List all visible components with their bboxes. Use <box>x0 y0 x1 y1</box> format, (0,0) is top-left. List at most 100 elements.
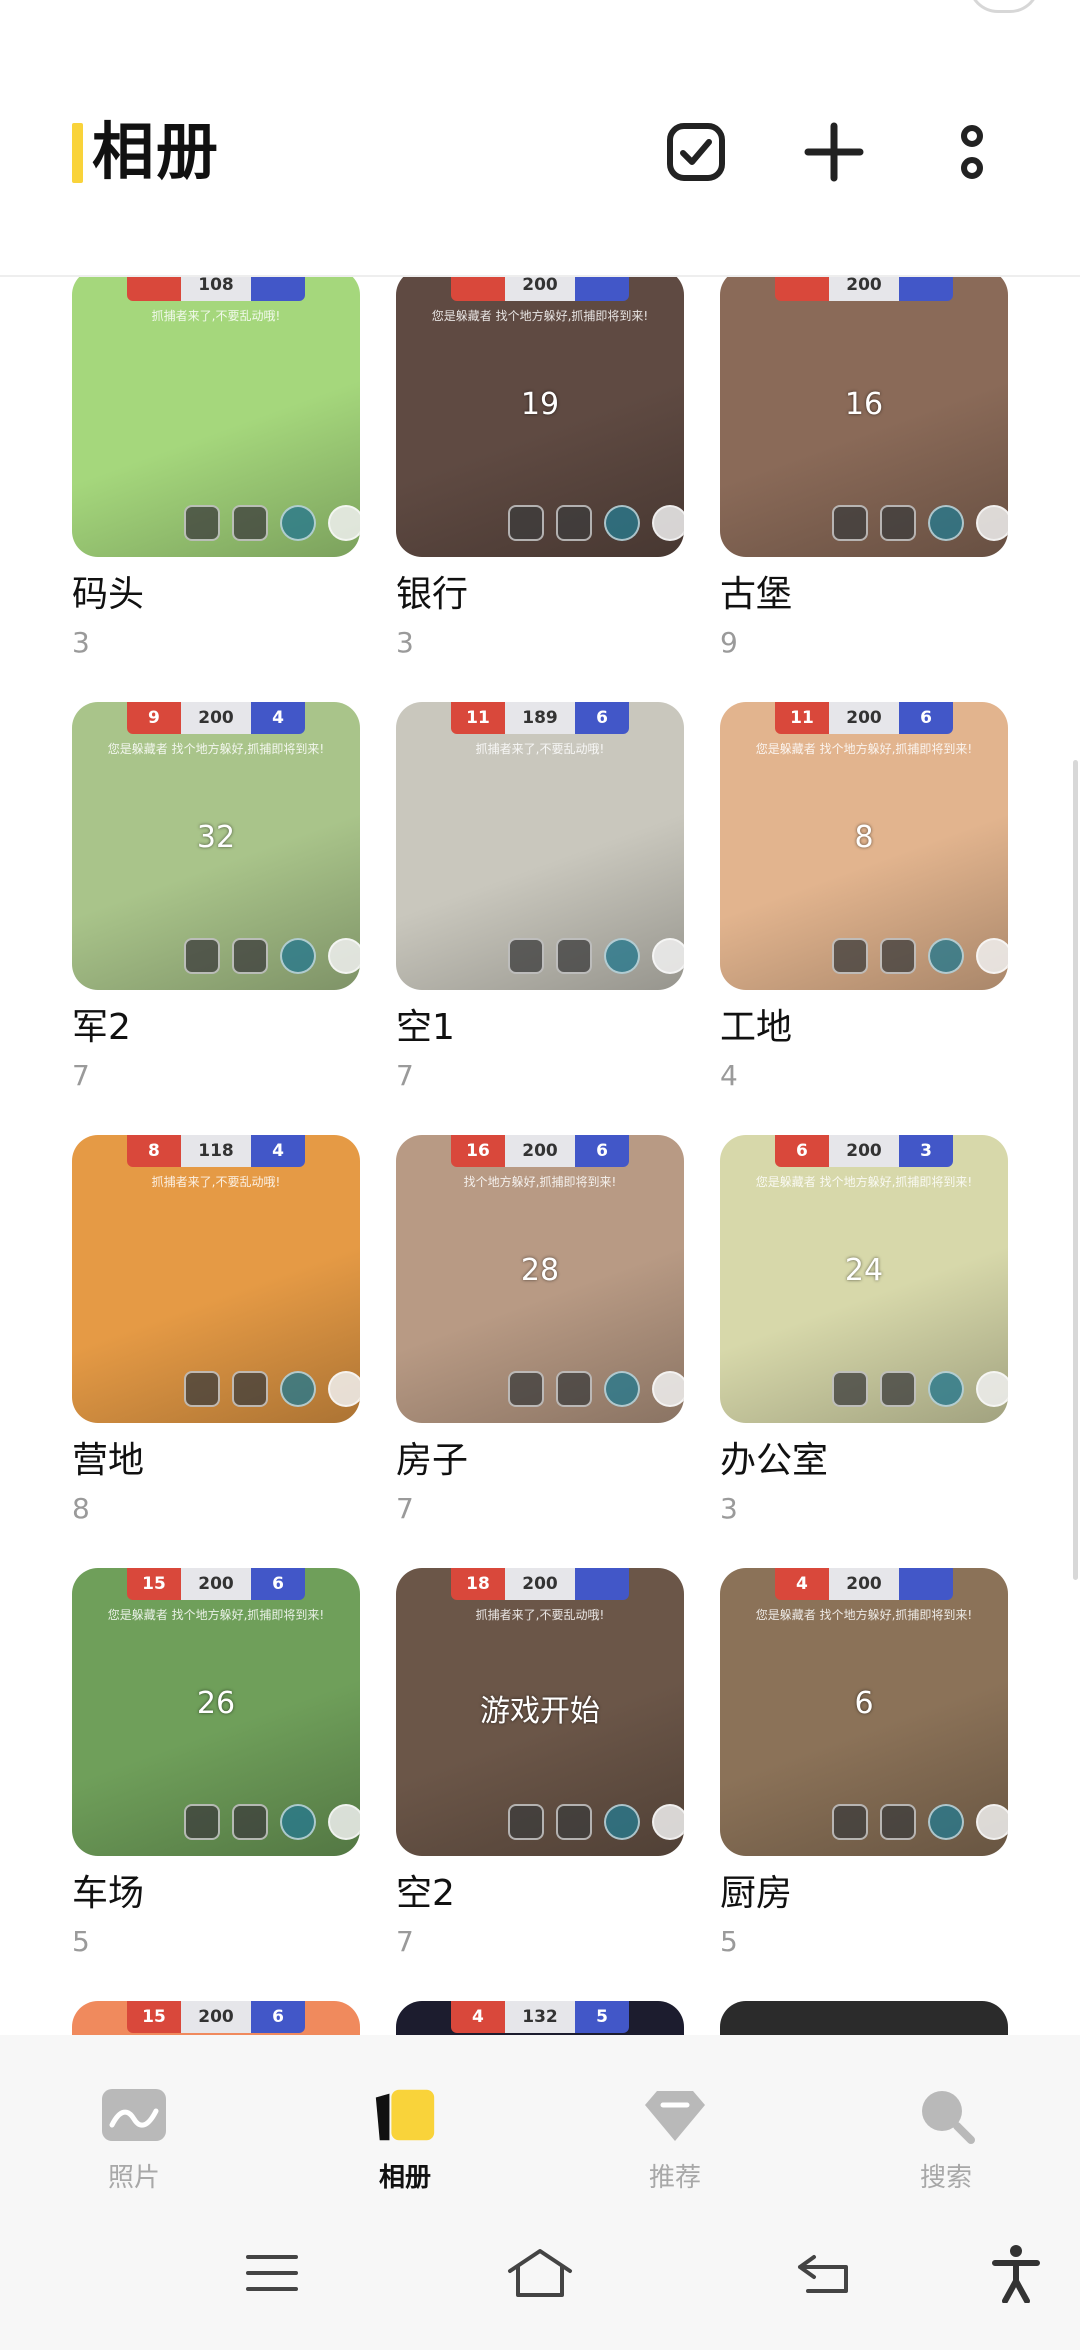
game-control-icon <box>232 505 268 541</box>
album-photo-count: 5 <box>72 1925 90 1958</box>
game-control-icon <box>184 1371 220 1407</box>
game-control-icon <box>976 1371 1008 1407</box>
hud-value: 4 <box>775 1568 829 1600</box>
game-hud-score: 15 200 6 <box>127 1568 305 1600</box>
album-cover-thumbnail[interactable]: 8 118 4 抓捕者来了,不要乱动哦! <box>72 1135 360 1423</box>
hud-value: 6 <box>899 702 953 734</box>
add-album-button[interactable] <box>794 112 874 192</box>
game-control-icon <box>280 505 316 541</box>
game-hud-score: 18 200 <box>451 1568 629 1600</box>
album-name: 空1 <box>396 1007 455 1048</box>
album-photo-count: 4 <box>720 1059 738 1092</box>
album-cover-thumbnail[interactable]: 15 200 6 <box>72 2001 360 2035</box>
game-hud-score: 16 200 6 <box>451 1135 629 1167</box>
hud-value: 200 <box>180 2001 252 2033</box>
album-cover-thumbnail[interactable]: 6 200 3 您是躲藏者 找个地方躲好,抓捕即将到来! 24 <box>720 1135 1008 1423</box>
game-control-icon <box>280 1371 316 1407</box>
game-control-icon <box>652 1804 684 1840</box>
hud-value: 16 <box>451 1135 505 1167</box>
back-icon <box>798 2255 848 2293</box>
album-cover-thumbnail[interactable]: 4 200 您是躲藏者 找个地方躲好,抓捕即将到来! 6 <box>720 1568 1008 1856</box>
tab-search[interactable]: 搜索 <box>846 2035 1046 2200</box>
hud-value: 6 <box>775 1135 829 1167</box>
recent-apps-button[interactable] <box>232 2238 312 2308</box>
hud-value: 108 <box>180 277 252 301</box>
game-countdown-text: 26 <box>196 1686 236 1721</box>
hud-value: 118 <box>180 1135 252 1167</box>
more-options-button[interactable] <box>932 112 1012 192</box>
hud-value: 189 <box>504 702 576 734</box>
game-hud-score: 4 200 <box>775 1568 953 1600</box>
avatar[interactable] <box>968 0 1040 13</box>
top-app-bar: 相册 <box>0 0 1080 277</box>
hud-value: 6 <box>575 1135 629 1167</box>
album-name: 营地 <box>72 1440 145 1481</box>
album-photo-count: 8 <box>72 1492 90 1525</box>
hud-value: 5 <box>575 2001 629 2033</box>
game-hud-score: 9 200 4 <box>127 702 305 734</box>
album-grid[interactable]: 108 抓捕者来了,不要乱动哦! 码头 3 200 您是躲藏者 找个地方躲好,抓捕即将到来… <box>0 277 1080 2035</box>
hud-value: 200 <box>504 277 576 301</box>
hud-value <box>575 1568 629 1600</box>
game-controls <box>184 1804 360 1840</box>
accessibility-button[interactable] <box>976 2238 1056 2308</box>
game-controls <box>508 1804 684 1840</box>
scrollbar[interactable] <box>1073 760 1078 1580</box>
album-cover-thumbnail[interactable]: 16 200 6 找个地方躲好,抓捕即将到来! 28 <box>396 1135 684 1423</box>
home-button[interactable] <box>500 2238 580 2308</box>
game-control-icon <box>928 505 964 541</box>
album-cover-thumbnail[interactable]: 108 抓捕者来了,不要乱动哦! <box>72 277 360 557</box>
game-controls <box>508 505 684 541</box>
album-photo-count: 3 <box>396 626 414 659</box>
game-hud-score: 15 200 6 <box>127 2001 305 2033</box>
album-name: 厨房 <box>720 1873 793 1914</box>
hud-value: 6 <box>575 702 629 734</box>
select-button[interactable] <box>656 112 736 192</box>
game-countdown-text: 8 <box>854 820 874 855</box>
hud-value: 200 <box>828 1135 900 1167</box>
game-control-icon <box>556 505 592 541</box>
plus-icon <box>804 122 864 182</box>
game-controls <box>832 938 1008 974</box>
tab-albums[interactable]: 相册 <box>305 2035 505 2200</box>
album-cover-thumbnail[interactable]: 200 16 <box>720 277 1008 557</box>
album-cover-thumbnail[interactable]: 11 200 6 您是躲藏者 找个地方躲好,抓捕即将到来! 8 <box>720 702 1008 990</box>
album-cover-thumbnail[interactable]: 11 189 6 抓捕者来了,不要乱动哦! <box>396 702 684 990</box>
album-cover-thumbnail[interactable]: 18 200 抓捕者来了,不要乱动哦! 游戏开始 <box>396 1568 684 1856</box>
hud-value: 4 <box>451 2001 505 2033</box>
hud-value: 4 <box>251 702 305 734</box>
album-cover-thumbnail[interactable] <box>720 2001 1008 2035</box>
search-icon <box>911 2085 981 2145</box>
album-cover-thumbnail[interactable]: 200 您是躲藏者 找个地方躲好,抓捕即将到来! 19 <box>396 277 684 557</box>
back-button[interactable] <box>784 2238 864 2308</box>
hud-value <box>899 1568 953 1600</box>
photos-icon <box>99 2085 169 2145</box>
game-countdown-text: 28 <box>520 1253 560 1288</box>
game-control-icon <box>328 938 360 974</box>
game-control-icon <box>652 938 684 974</box>
tab-photos[interactable]: 照片 <box>34 2035 234 2200</box>
album-cover-thumbnail[interactable]: 4 132 5 <box>396 2001 684 2035</box>
game-message-text: 您是躲藏者 找个地方躲好,抓捕即将到来! <box>107 1608 325 1622</box>
album-photo-count: 7 <box>396 1492 414 1525</box>
album-cover-thumbnail[interactable]: 9 200 4 您是躲藏者 找个地方躲好,抓捕即将到来! 32 <box>72 702 360 990</box>
game-message-text: 您是躲藏者 找个地方躲好,抓捕即将到来! <box>107 742 325 756</box>
game-controls <box>508 1371 684 1407</box>
game-control-icon <box>928 1371 964 1407</box>
hud-value <box>575 277 629 301</box>
game-message-text: 您是躲藏者 找个地方躲好,抓捕即将到来! <box>755 1608 973 1622</box>
album-name: 房子 <box>396 1440 469 1481</box>
game-control-icon <box>556 938 592 974</box>
game-control-icon <box>604 505 640 541</box>
hud-value: 9 <box>127 702 181 734</box>
album-cover-thumbnail[interactable]: 15 200 6 您是躲藏者 找个地方躲好,抓捕即将到来! 26 <box>72 1568 360 1856</box>
recommend-diamond-icon <box>640 2085 710 2145</box>
tab-recommend[interactable]: 推荐 <box>575 2035 775 2200</box>
hud-value <box>451 277 505 301</box>
game-controls <box>832 1804 1008 1840</box>
game-message-text: 您是躲藏者 找个地方躲好,抓捕即将到来! <box>755 1175 973 1189</box>
hud-value: 6 <box>251 2001 305 2033</box>
home-icon <box>508 2249 572 2297</box>
game-countdown-text: 32 <box>196 820 236 855</box>
album-name: 军2 <box>72 1007 131 1048</box>
